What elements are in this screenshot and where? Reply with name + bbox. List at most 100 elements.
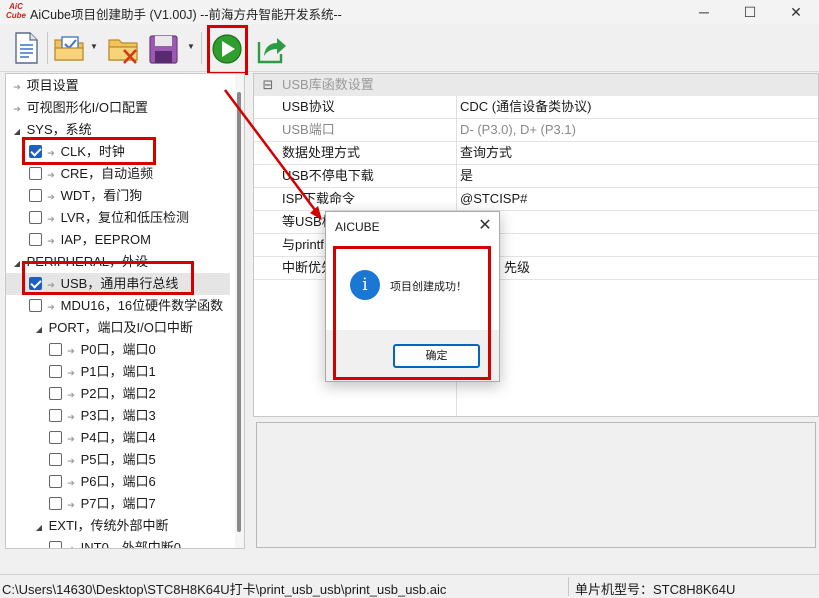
close-project-button[interactable] — [106, 28, 142, 68]
tree-item-label: P7口，端口7 — [80, 496, 156, 511]
tree-item-iap[interactable]: ➔ IAP，EEPROM — [29, 229, 151, 251]
checkbox[interactable] — [49, 409, 62, 422]
property-section-header[interactable]: ⊟ USB库函数设置 — [254, 74, 818, 96]
collapse-icon[interactable]: ⊟ — [254, 74, 282, 96]
arrow-icon: ➔ — [67, 478, 75, 488]
tree-item-p4[interactable]: ➔ P4口，端口4 — [49, 427, 156, 449]
property-value[interactable]: 查询方式 — [460, 142, 512, 164]
dialog-close-button[interactable]: ✕ — [474, 215, 496, 237]
close-window-button[interactable]: ✕ — [773, 0, 819, 24]
property-value[interactable]: 先级 — [504, 257, 530, 279]
chip-model: 单片机型号：STC8H8K64U — [575, 582, 736, 597]
tree-item-int0[interactable]: ➔ INT0，外部中断0 — [49, 537, 181, 549]
tree-item-p6[interactable]: ➔ P6口，端口6 — [49, 471, 156, 493]
property-row[interactable]: USB端口 D- (P3.0), D+ (P3.1) — [254, 119, 818, 142]
arrow-icon: ➔ — [47, 302, 55, 312]
tree-item-label: LVR，复位和低压检测 — [60, 210, 189, 225]
tree-item-label: USB，通用串行总线 — [60, 276, 179, 291]
checkbox[interactable] — [49, 365, 62, 378]
checkbox[interactable] — [49, 541, 62, 548]
tree-item-label: IAP，EEPROM — [60, 232, 151, 247]
tree-item-lvr[interactable]: ➔ LVR，复位和低压检测 — [29, 207, 189, 229]
property-row[interactable]: 数据处理方式 查询方式 — [254, 142, 818, 165]
save-dropdown-chevron-icon[interactable]: ▼ — [186, 42, 196, 54]
checkbox[interactable] — [29, 167, 42, 180]
checkbox[interactable] — [29, 211, 42, 224]
tree-group-peripheral[interactable]: ◢ PERIPHERAL，外设 — [11, 251, 148, 273]
tree-item-io-config[interactable]: ➔ 可视图形化I/O口配置 — [11, 97, 148, 119]
open-project-button[interactable] — [52, 28, 88, 68]
tree-item-label: CLK，时钟 — [60, 144, 125, 159]
tree-item-wdt[interactable]: ➔ WDT，看门狗 — [29, 185, 142, 207]
open-dropdown-chevron-icon[interactable]: ▼ — [89, 42, 99, 54]
tree-item-p5[interactable]: ➔ P5口，端口5 — [49, 449, 156, 471]
arrow-icon: ➔ — [47, 236, 55, 246]
checkbox[interactable] — [49, 475, 62, 488]
status-bar: C:\Users\14630\Desktop\STC8H8K64U打卡\prin… — [0, 574, 819, 597]
arrow-icon: ➔ — [67, 500, 75, 510]
export-button[interactable] — [254, 28, 290, 68]
tree-item-label: P4口，端口4 — [80, 430, 156, 445]
dialog-footer: 确定 — [326, 330, 499, 381]
arrow-icon: ➔ — [13, 82, 21, 92]
arrow-icon: ➔ — [67, 390, 75, 400]
project-path: C:\Users\14630\Desktop\STC8H8K64U打卡\prin… — [2, 582, 447, 597]
tree-item-label: PERIPHERAL，外设 — [26, 254, 148, 269]
expanded-triangle-icon: ◢ — [35, 523, 43, 532]
tree-item-cre[interactable]: ➔ CRE，自动追频 — [29, 163, 153, 185]
checkbox[interactable] — [29, 277, 42, 290]
checkbox[interactable] — [49, 497, 62, 510]
tree-item-project-settings[interactable]: ➔ 项目设置 — [11, 75, 79, 97]
property-name: USB不停电下载 — [282, 168, 374, 183]
tree-item-mdu16[interactable]: ➔ MDU16，16位硬件数学函数 — [29, 295, 223, 317]
property-name: USB端口 — [282, 122, 335, 137]
ok-button[interactable]: 确定 — [393, 344, 480, 368]
dialog-title: AICUBE — [335, 220, 380, 234]
maximize-button[interactable]: ☐ — [727, 0, 773, 24]
tree-item-p0[interactable]: ➔ P0口，端口0 — [49, 339, 156, 361]
window-title: AiCube项目创建助手 (V1.00J) --前海方舟智能开发系统-- — [30, 8, 342, 22]
property-value[interactable]: D- (P3.0), D+ (P3.1) — [460, 119, 576, 141]
checkbox[interactable] — [29, 233, 42, 246]
tree-item-usb[interactable]: ➔ USB，通用串行总线 — [6, 273, 230, 295]
toolbar-separator — [47, 32, 48, 64]
new-project-button[interactable] — [8, 28, 44, 68]
new-document-icon — [15, 32, 38, 64]
tree-item-label: 可视图形化I/O口配置 — [26, 100, 148, 115]
tree-item-label: 项目设置 — [26, 78, 79, 93]
arrow-icon: ➔ — [67, 544, 75, 549]
checkbox[interactable] — [29, 189, 42, 202]
tree-item-p2[interactable]: ➔ P2口，端口2 — [49, 383, 156, 405]
property-value[interactable]: @STCISP# — [460, 188, 527, 210]
section-title: USB库函数设置 — [282, 77, 374, 92]
tree-group-port[interactable]: ◢ PORT，端口及I/O口中断 — [33, 317, 193, 339]
tree-item-p7[interactable]: ➔ P7口，端口7 — [49, 493, 156, 515]
tree-item-p3[interactable]: ➔ P3口，端口3 — [49, 405, 156, 427]
run-button[interactable] — [209, 28, 245, 68]
checkbox[interactable] — [49, 343, 62, 356]
checkbox[interactable] — [29, 145, 42, 158]
tree-item-clk[interactable]: ➔ CLK，时钟 — [29, 141, 125, 163]
checkbox[interactable] — [49, 453, 62, 466]
checkbox[interactable] — [29, 299, 42, 312]
tree-item-label: P6口，端口6 — [80, 474, 156, 489]
tree-item-p1[interactable]: ➔ P1口，端口1 — [49, 361, 156, 383]
property-value[interactable]: CDC (通信设备类协议) — [460, 96, 591, 118]
arrow-icon: ➔ — [67, 434, 75, 444]
tree-group-exti[interactable]: ◢ EXTI，传统外部中断 — [33, 515, 169, 537]
export-share-icon — [257, 38, 286, 64]
scrollbar-thumb[interactable] — [237, 92, 241, 532]
tree-item-label: P2口，端口2 — [80, 386, 156, 401]
save-project-button[interactable] — [146, 28, 182, 68]
property-row[interactable]: USB不停电下载 是 — [254, 165, 818, 188]
property-row[interactable]: ISP下载命令 @STCISP# — [254, 188, 818, 211]
minimize-button[interactable]: ─ — [681, 0, 727, 24]
arrow-icon: ➔ — [67, 412, 75, 422]
checkbox[interactable] — [49, 431, 62, 444]
tree-item-label: SYS，系统 — [26, 122, 92, 137]
property-row[interactable]: USB协议 CDC (通信设备类协议) — [254, 96, 818, 119]
tree-group-sys[interactable]: ◢ SYS，系统 — [11, 119, 92, 141]
property-value[interactable]: 是 — [460, 165, 473, 187]
tree-scrollbar[interactable] — [235, 74, 244, 548]
checkbox[interactable] — [49, 387, 62, 400]
